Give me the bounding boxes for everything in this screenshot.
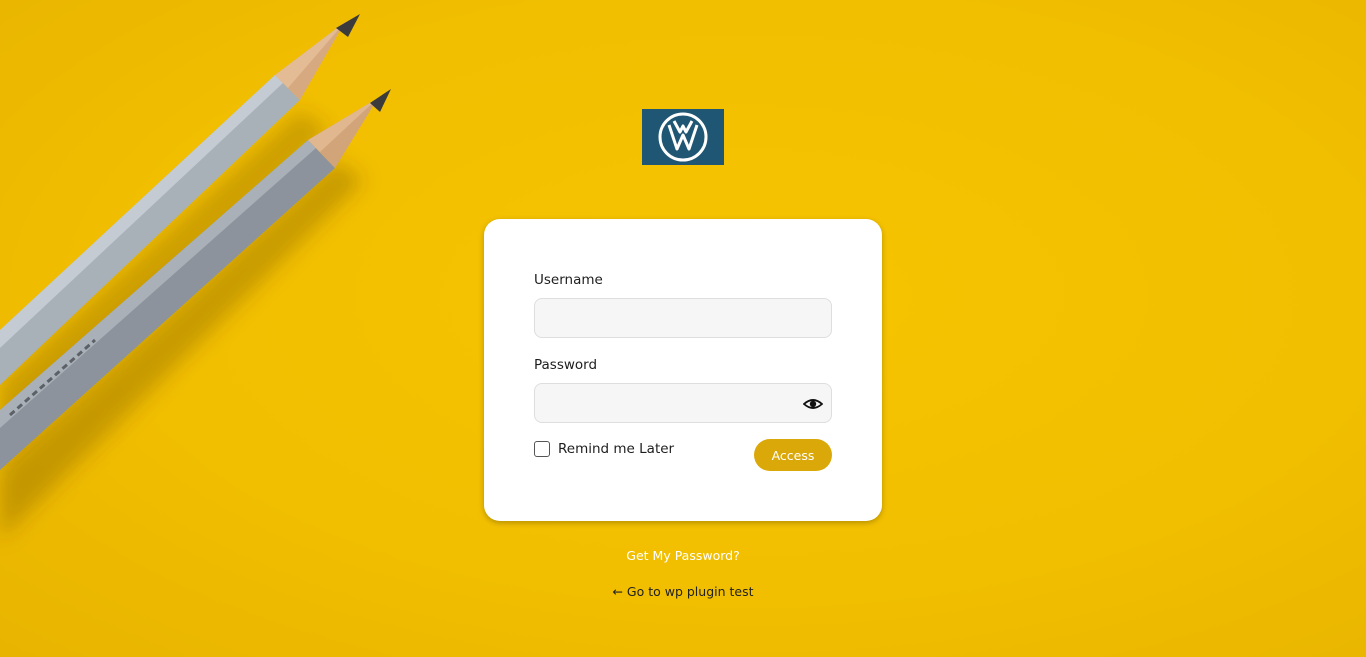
- password-label: Password: [534, 357, 598, 373]
- login-card: Username Password Remind me Later Access: [484, 219, 882, 521]
- remember-me[interactable]: Remind me Later: [534, 441, 674, 457]
- forgot-password-link[interactable]: Get My Password?: [0, 548, 1366, 563]
- password-input[interactable]: [535, 384, 831, 422]
- brand-logo: [642, 109, 724, 165]
- back-to-site-link[interactable]: ← Go to wp plugin test: [0, 584, 1366, 599]
- username-input[interactable]: [535, 299, 831, 337]
- remember-checkbox[interactable]: [534, 441, 550, 457]
- username-label: Username: [534, 272, 603, 288]
- password-field[interactable]: [534, 383, 832, 423]
- eye-icon[interactable]: [803, 394, 823, 414]
- vw-logo-icon: [658, 112, 708, 162]
- remember-label: Remind me Later: [558, 441, 675, 457]
- username-field[interactable]: [534, 298, 832, 338]
- access-button[interactable]: Access: [754, 439, 832, 471]
